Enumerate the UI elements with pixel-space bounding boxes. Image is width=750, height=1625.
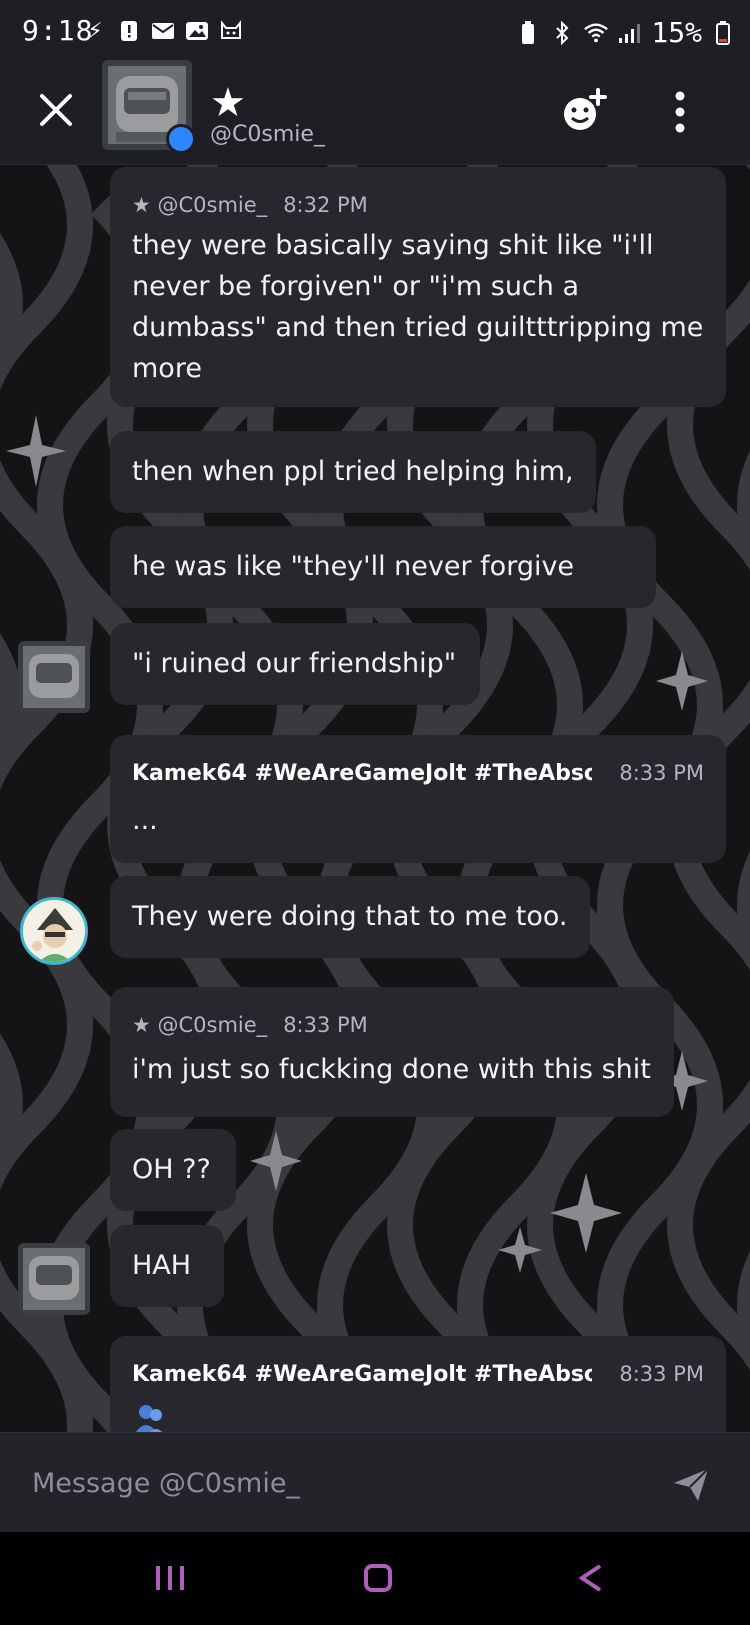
system-nav-bar bbox=[0, 1532, 750, 1625]
message-bubble[interactable]: he was like "they'll never forgive me" bbox=[110, 526, 656, 664]
close-button[interactable] bbox=[34, 88, 78, 132]
message-input[interactable] bbox=[30, 1459, 634, 1507]
image-icon bbox=[184, 18, 210, 44]
message-time: 8:33 PM bbox=[619, 761, 704, 785]
message-bubble[interactable]: They were doing that to me too. bbox=[110, 876, 590, 958]
status-bar: 9:18 ⚡ 15% bbox=[0, 0, 750, 68]
battery-percent: 15% bbox=[651, 16, 702, 49]
battery-icon bbox=[710, 20, 736, 46]
message-bubble[interactable]: OH ?? bbox=[110, 1129, 236, 1211]
bluetooth-icon bbox=[549, 20, 575, 46]
wifi-icon bbox=[583, 20, 609, 46]
home-button[interactable] bbox=[358, 1558, 398, 1598]
message-bubble[interactable]: then when ppl tried helping him, bbox=[110, 431, 596, 513]
close-icon bbox=[40, 94, 72, 126]
message-text: HAH bbox=[132, 1250, 192, 1281]
message-list[interactable]: ★ @C0smie_ 8:32 PM they were basically s… bbox=[0, 165, 750, 1432]
user-avatar[interactable] bbox=[18, 641, 90, 713]
message-bubble[interactable]: HAH bbox=[110, 1225, 224, 1307]
message-text: "i ruined our friendship" bbox=[132, 648, 457, 679]
message-author: Kamek64 #WeAreGameJolt #TheAbso bbox=[132, 761, 592, 786]
message-bubble[interactable]: ★ @C0smie_ 8:32 PM they were basically s… bbox=[110, 167, 726, 407]
alert-icon bbox=[116, 18, 142, 44]
home-icon bbox=[364, 1564, 392, 1592]
signal-icon bbox=[617, 20, 643, 46]
message-header: ★ @C0smie_ 8:32 PM bbox=[132, 185, 704, 225]
message-text: OH ?? bbox=[132, 1154, 211, 1185]
lightning-icon: ⚡ bbox=[87, 18, 103, 44]
message-author: Kamek64 #WeAreGameJolt #TheAbso bbox=[132, 1362, 592, 1387]
message-text: then when ppl tried helping him, bbox=[132, 456, 574, 487]
message-composer bbox=[0, 1432, 750, 1533]
message-time: 8:33 PM bbox=[619, 1362, 704, 1386]
back-icon bbox=[578, 1564, 602, 1592]
message-text: i'm just so fuckking done with this shit bbox=[132, 1054, 651, 1085]
dm-handle: @C0smie_ bbox=[210, 122, 325, 147]
add-friend-button[interactable] bbox=[558, 86, 610, 138]
message-time: 8:32 PM bbox=[283, 192, 368, 217]
message-text: ... bbox=[132, 805, 158, 836]
cat-icon bbox=[218, 18, 244, 44]
message-time: 8:33 PM bbox=[283, 1012, 368, 1037]
user-avatar[interactable] bbox=[18, 1243, 90, 1315]
send-icon bbox=[674, 1468, 709, 1501]
message-header: Kamek64 #WeAreGameJolt #TheAbso 8:33 PM bbox=[132, 1354, 704, 1395]
notification-icons: ⚡ bbox=[82, 18, 244, 44]
online-status-indicator bbox=[166, 124, 196, 154]
mail-icon bbox=[150, 18, 176, 44]
recents-button[interactable] bbox=[150, 1558, 190, 1598]
recents-icon bbox=[156, 1566, 184, 1590]
battery-saver-icon bbox=[515, 20, 541, 46]
message-header: ★ @C0smie_ 8:33 PM bbox=[132, 1005, 652, 1045]
message-text: they were basically saying shit like "i'… bbox=[132, 230, 704, 384]
more-options-button[interactable] bbox=[668, 86, 692, 138]
message-text: They were doing that to me too. bbox=[132, 901, 568, 932]
message-bubble[interactable]: Kamek64 #WeAreGameJolt #TheAbso 8:33 PM … bbox=[110, 735, 726, 863]
send-button[interactable] bbox=[670, 1463, 712, 1505]
add-friend-icon bbox=[564, 88, 607, 130]
message-header: Kamek64 #WeAreGameJolt #TheAbso 8:33 PM bbox=[132, 753, 704, 794]
dm-title: ★ bbox=[210, 80, 246, 126]
message-author: ★ @C0smie_ bbox=[132, 1012, 268, 1037]
message-bubble[interactable]: Kamek64 #WeAreGameJolt #TheAbso 8:33 PM bbox=[110, 1336, 726, 1432]
message-bubble[interactable]: ★ @C0smie_ 8:33 PM i'm just so fuckking … bbox=[110, 987, 674, 1117]
back-button[interactable] bbox=[570, 1558, 610, 1598]
more-vertical-icon bbox=[675, 91, 685, 133]
people-emoji-icon bbox=[136, 1405, 162, 1432]
user-avatar[interactable] bbox=[20, 897, 88, 965]
message-author: ★ @C0smie_ bbox=[132, 192, 268, 217]
message-bubble[interactable]: "i ruined our friendship" bbox=[110, 623, 480, 705]
system-icons: 15% bbox=[515, 16, 736, 49]
